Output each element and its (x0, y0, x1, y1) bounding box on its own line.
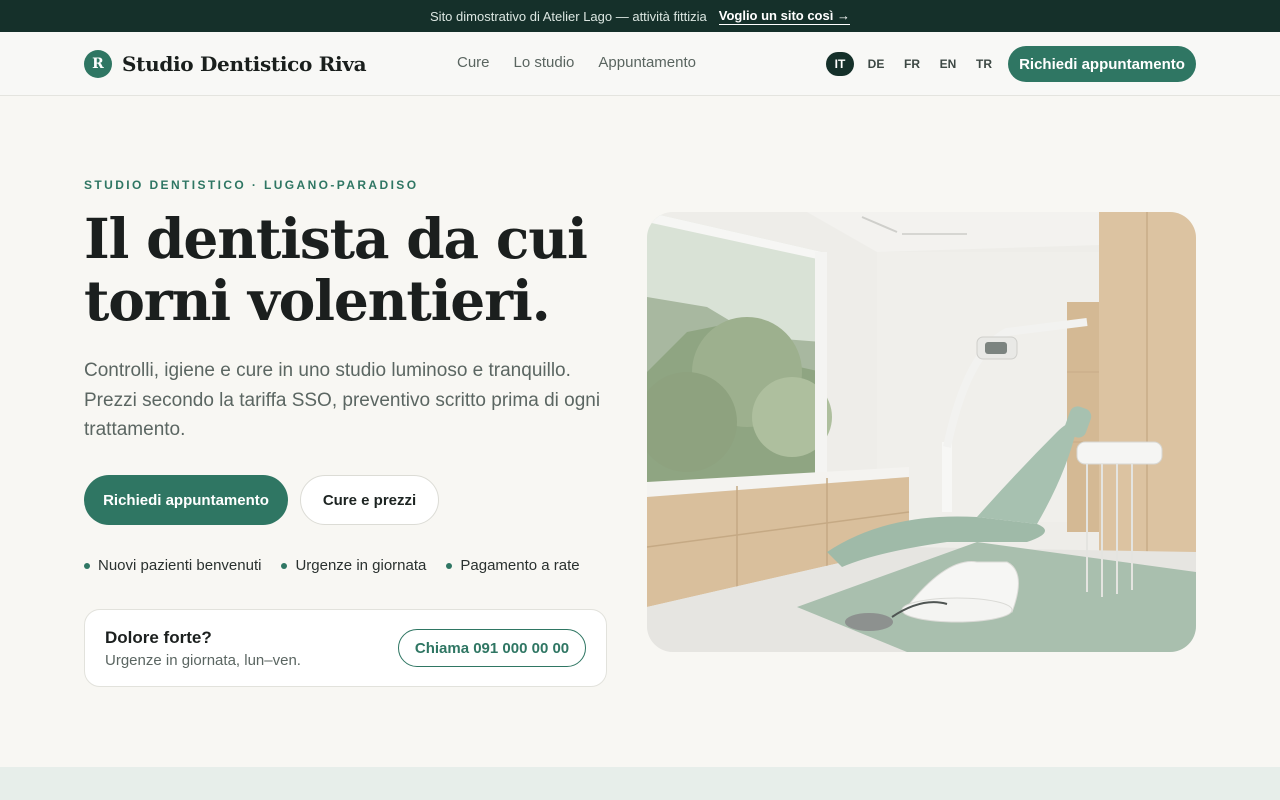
header-appointment-button[interactable]: Richiedi appuntamento (1008, 46, 1196, 82)
language-switcher: IT DE FR EN TR (826, 52, 998, 76)
main-nav: Cure Lo studio Appuntamento (457, 54, 696, 71)
perk-item: Nuovi pazienti benvenuti (84, 557, 261, 574)
urgent-card-subtitle: Urgenze in giornata, lun–ven. (105, 652, 301, 669)
bullet-dot-icon (281, 562, 288, 569)
perk-label: Urgenze in giornata (295, 557, 427, 574)
lang-fr[interactable]: FR (898, 52, 926, 76)
call-phone-button[interactable]: Chiama 091 000 00 00 (398, 629, 586, 667)
lang-de[interactable]: DE (862, 52, 890, 76)
next-section-band (0, 767, 1280, 800)
hero-lead: Controlli, igiene e cure in uno studio l… (84, 360, 601, 440)
nav-item-appuntamento[interactable]: Appuntamento (598, 54, 696, 71)
bullet-dot-icon (446, 562, 453, 569)
hero-headline: Il dentista da cui torni volentieri. (84, 206, 588, 333)
announcement-link[interactable]: Voglio un sito così → (718, 8, 850, 25)
logo-name: Studio Dentistico Riva (122, 52, 367, 76)
perk-item: Urgenze in giornata (281, 557, 426, 574)
urgent-care-card: Dolore forte? Urgenze in giornata, lun–v… (84, 609, 607, 687)
lang-en[interactable]: EN (934, 52, 962, 76)
treatments-prices-button[interactable]: Cure e prezzi (300, 475, 439, 525)
hero-eyebrow: STUDIO DENTISTICO · LUGANO-PARADISO (84, 178, 419, 192)
perk-item: Pagamento a rate (446, 557, 580, 574)
nav-item-lo-studio[interactable]: Lo studio (514, 54, 575, 71)
site-header: R Studio Dentistico Riva Cure Lo studio … (0, 32, 1280, 96)
lang-tr[interactable]: TR (970, 52, 998, 76)
bullet-dot-icon (84, 562, 90, 569)
perk-label: Pagamento a rate (460, 557, 580, 574)
logo[interactable]: R Studio Dentistico Riva (84, 50, 367, 78)
dental-clinic-illustration (647, 212, 1196, 652)
nav-item-cure[interactable]: Cure (457, 54, 490, 71)
urgent-card-title: Dolore forte? (105, 628, 212, 647)
announcement-bar: Sito dimostrativo di Atelier Lago — atti… (0, 0, 1280, 32)
perks-list: Nuovi pazienti benvenuti Urgenze in gior… (84, 557, 580, 574)
request-appointment-button[interactable]: Richiedi appuntamento (84, 475, 288, 525)
announcement-text: Sito dimostrativo di Atelier Lago — atti… (430, 8, 707, 24)
logo-mark: R (84, 50, 112, 78)
perk-label: Nuovi pazienti benvenuti (98, 557, 262, 574)
dental-clinic-photo (647, 212, 1196, 652)
lang-it[interactable]: IT (826, 52, 854, 76)
